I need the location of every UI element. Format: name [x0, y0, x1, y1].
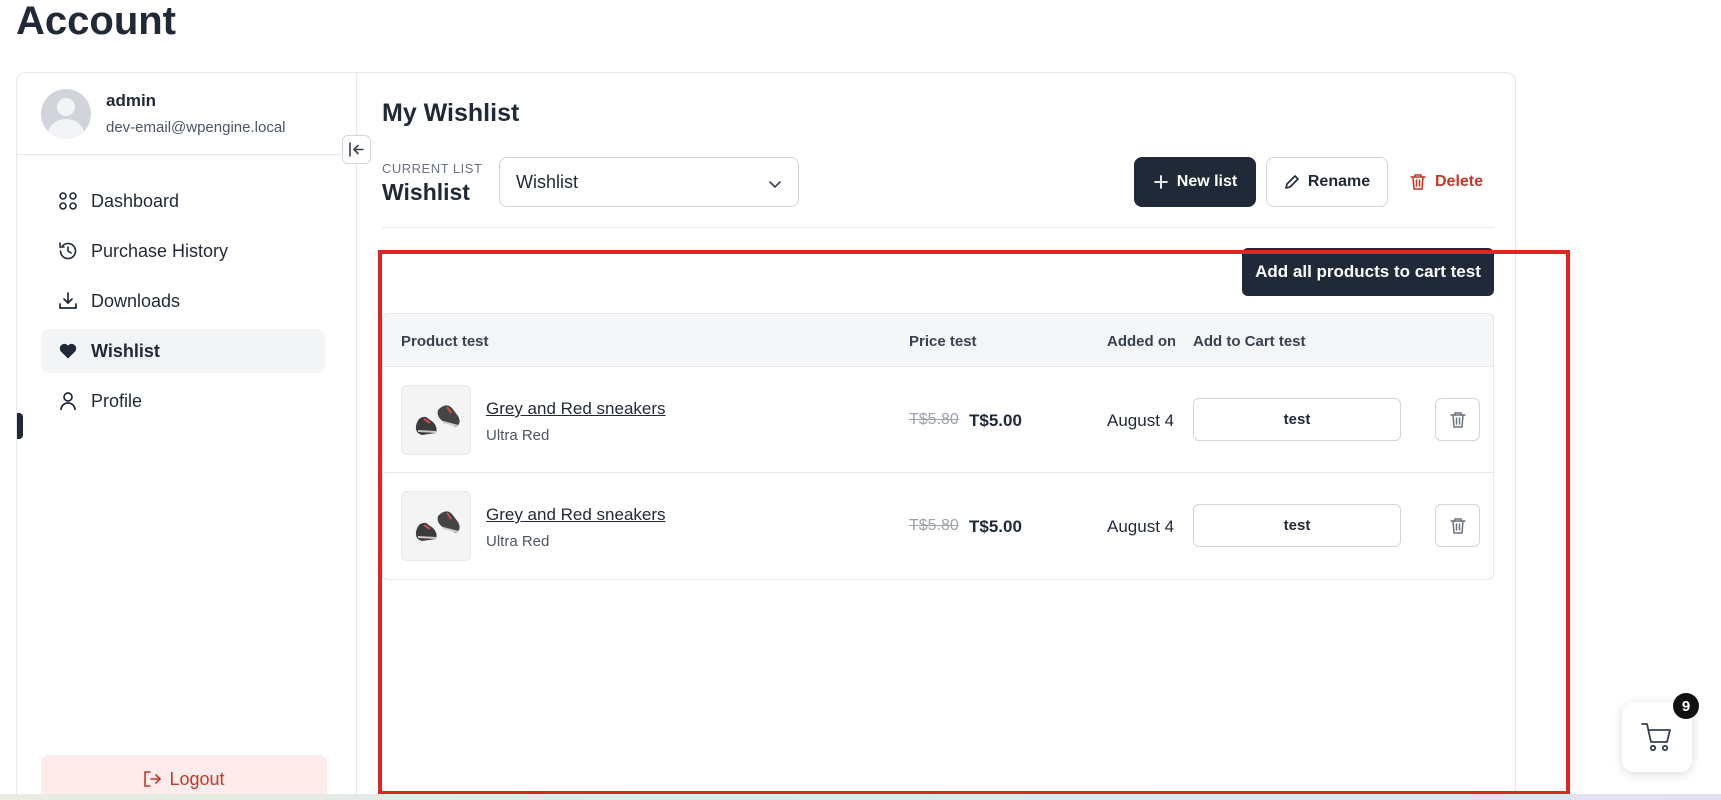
- delete-label: Delete: [1434, 173, 1484, 190]
- trash-icon: [1449, 411, 1467, 429]
- bottom-strip: [0, 794, 1721, 800]
- remove-item-button[interactable]: [1435, 398, 1480, 441]
- add-all-to-cart-button[interactable]: Add all products to cart test: [1242, 248, 1494, 296]
- rename-button[interactable]: Rename: [1266, 157, 1388, 207]
- sale-price: T$5.00: [969, 517, 1022, 536]
- logout-icon: [143, 770, 162, 788]
- rename-label: Rename: [1307, 173, 1371, 190]
- sidebar-item-label: Purchase History: [91, 240, 229, 261]
- download-icon: [57, 290, 79, 312]
- pencil-icon: [1284, 174, 1300, 190]
- wishlist-title: My Wishlist: [382, 99, 520, 127]
- trash-icon: [1449, 517, 1467, 535]
- sidebar-item-downloads[interactable]: Downloads: [41, 279, 325, 323]
- heart-icon: [57, 340, 79, 362]
- new-list-button[interactable]: New list: [1134, 157, 1256, 207]
- divider: [382, 227, 1494, 228]
- product-variant: Ultra Red: [486, 427, 550, 444]
- remove-item-button[interactable]: [1435, 504, 1480, 547]
- cart-icon: [1640, 720, 1674, 754]
- new-list-label: New list: [1176, 173, 1238, 190]
- table-header: Product test Price test Added on Add to …: [383, 314, 1493, 367]
- page-title: Account: [16, 0, 176, 43]
- sidebar-item-label: Wishlist: [91, 340, 160, 361]
- current-list-label: CURRENT LIST: [382, 161, 483, 176]
- trash-icon: [1409, 173, 1427, 191]
- collapse-icon: [348, 141, 365, 158]
- product-link[interactable]: Grey and Red sneakers: [486, 399, 666, 419]
- list-select-value: Wishlist: [516, 171, 578, 192]
- sidebar: admin dev-email@wpengine.local Dashboard…: [17, 73, 357, 800]
- sidebar-item-dashboard[interactable]: Dashboard: [41, 179, 325, 223]
- table-row: Grey and Red sneakers Ultra Red T$5.80 T…: [383, 473, 1493, 579]
- column-header-added-on: Added on: [1107, 333, 1175, 350]
- user-icon: [57, 390, 79, 412]
- chevron-down-icon: [768, 175, 782, 196]
- column-header-price: Price test: [909, 333, 977, 350]
- grid-icon: [57, 190, 79, 212]
- collapse-sidebar-button[interactable]: [342, 135, 371, 164]
- user-email: dev-email@wpengine.local: [106, 119, 286, 136]
- user-name: admin: [106, 91, 157, 110]
- sidebar-item-label: Downloads: [91, 290, 181, 311]
- product-link[interactable]: Grey and Red sneakers: [486, 505, 666, 525]
- sidebar-item-label: Dashboard: [91, 190, 180, 211]
- column-header-add-to-cart: Add to Cart test: [1193, 333, 1306, 350]
- column-header-product: Product test: [401, 333, 489, 350]
- sidebar-item-label: Profile: [91, 390, 143, 411]
- cart-count-badge: 9: [1673, 693, 1699, 719]
- user-block: admin dev-email@wpengine.local: [41, 87, 341, 157]
- delete-button[interactable]: Delete: [1398, 157, 1494, 207]
- sidebar-nav: Dashboard Purchase History Downloads Wis…: [41, 179, 325, 429]
- logout-label: Logout: [169, 768, 225, 789]
- original-price: T$5.80: [909, 411, 959, 428]
- wishlist-table: Product test Price test Added on Add to …: [382, 313, 1494, 580]
- active-nav-marker: [17, 413, 23, 439]
- add-to-cart-button[interactable]: test: [1193, 504, 1401, 547]
- current-list-value: Wishlist: [382, 179, 470, 205]
- account-card: admin dev-email@wpengine.local Dashboard…: [16, 72, 1516, 800]
- added-on-date: August 4: [1107, 517, 1175, 536]
- sidebar-item-wishlist[interactable]: Wishlist: [41, 329, 325, 373]
- sale-price: T$5.00: [969, 411, 1022, 430]
- history-icon: [57, 240, 79, 262]
- avatar: [41, 89, 91, 139]
- product-thumbnail[interactable]: [401, 491, 471, 561]
- add-to-cart-button[interactable]: test: [1193, 398, 1401, 441]
- divider: [17, 154, 357, 155]
- product-thumbnail[interactable]: [401, 385, 471, 455]
- added-on-date: August 4: [1107, 411, 1175, 430]
- table-row: Grey and Red sneakers Ultra Red T$5.80 T…: [383, 367, 1493, 473]
- product-variant: Ultra Red: [486, 533, 550, 550]
- plus-icon: [1153, 174, 1169, 190]
- original-price: T$5.80: [909, 517, 959, 534]
- sidebar-item-purchase-history[interactable]: Purchase History: [41, 229, 325, 273]
- wishlist-panel: My Wishlist CURRENT LIST Wishlist Wishli…: [382, 73, 1494, 800]
- list-select[interactable]: Wishlist: [499, 157, 799, 207]
- sidebar-item-profile[interactable]: Profile: [41, 379, 325, 423]
- account-page: Account admin dev-email@wpengine.local D…: [0, 0, 1721, 800]
